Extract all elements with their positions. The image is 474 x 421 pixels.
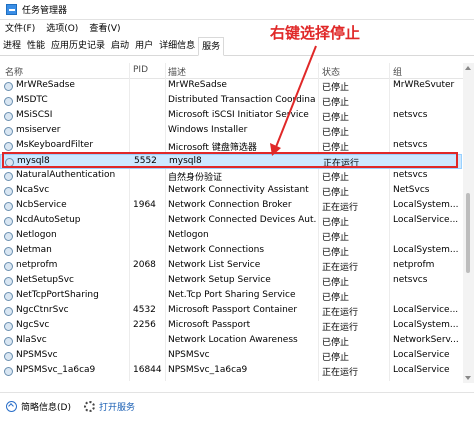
- annotation-arrow: [270, 45, 317, 156]
